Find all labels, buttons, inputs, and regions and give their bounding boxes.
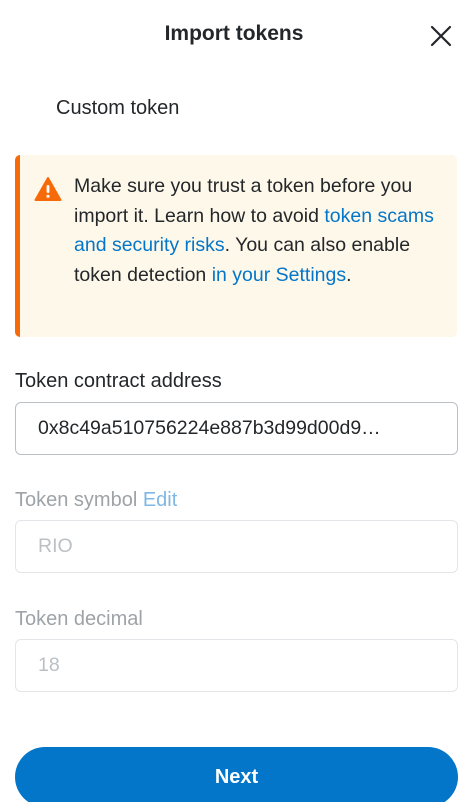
- page-title: Import tokens: [164, 22, 304, 45]
- token-decimal-input[interactable]: 18: [15, 639, 458, 692]
- warning-banner: Make sure you trust a token before you i…: [15, 155, 457, 337]
- token-decimal-label: Token decimal: [15, 608, 143, 630]
- edit-symbol-link[interactable]: Edit: [143, 489, 177, 511]
- warning-icon: [34, 176, 62, 202]
- next-button[interactable]: Next: [15, 747, 458, 802]
- token-address-label: Token contract address: [15, 370, 222, 392]
- token-symbol-label: Token symbol Edit: [15, 489, 178, 511]
- tab-custom-token[interactable]: Custom token: [56, 97, 179, 120]
- close-icon[interactable]: [428, 23, 454, 49]
- header: Import tokens: [0, 0, 468, 72]
- token-address-input[interactable]: 0x8c49a510756224e887b3d99d00d9…: [15, 402, 458, 455]
- settings-link[interactable]: in your Settings: [212, 264, 346, 286]
- warning-text: Make sure you trust a token before you i…: [74, 175, 434, 286]
- close-button[interactable]: [428, 23, 454, 49]
- token-symbol-input[interactable]: RIO: [15, 520, 458, 573]
